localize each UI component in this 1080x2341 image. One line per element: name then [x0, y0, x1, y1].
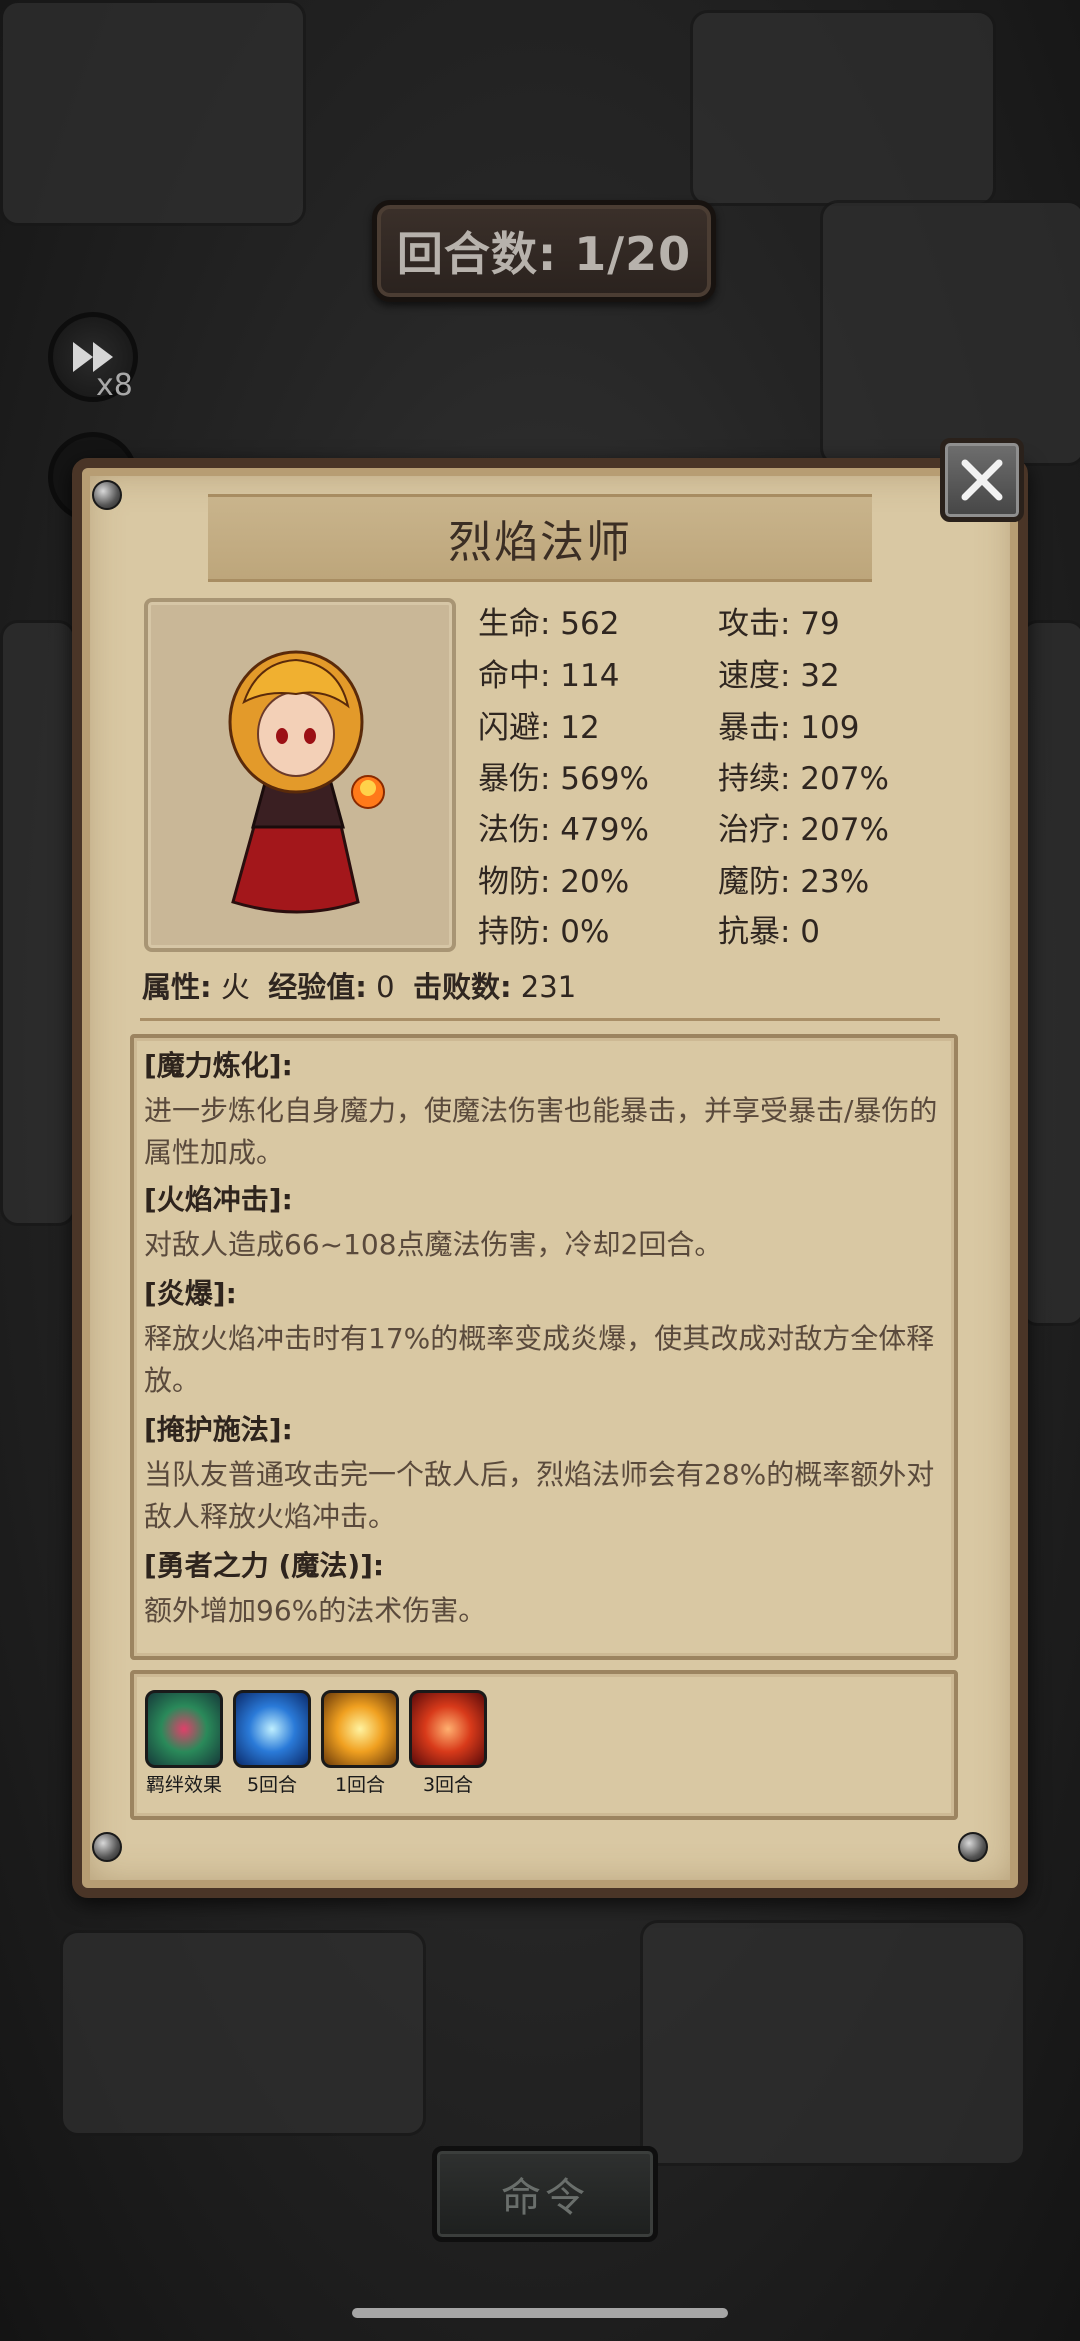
stat-speed: 速度: 32 — [718, 658, 840, 694]
stat-crit: 暴击: 109 — [718, 710, 860, 746]
skill-description: 额外增加96%的法术伤害。 — [144, 1594, 487, 1627]
skill-description: 对敌人造成66~108点魔法伤害，冷却2回合。 — [144, 1228, 723, 1261]
close-button[interactable] — [940, 438, 1024, 522]
stat-crit-damage: 暴伤: 569% — [478, 761, 649, 797]
crossed-swords-icon — [961, 459, 1003, 501]
skill-name: [勇者之力 (魔法)]: — [144, 1549, 385, 1582]
stat-spell-damage: 法伤: 479% — [478, 812, 649, 848]
round-counter-label: 回合数: 1/20 — [396, 227, 692, 281]
kills-key: 击败数: — [412, 970, 512, 1004]
skill-description: 释放火焰冲击时有17%的概率变成炎爆，使其改成对敌方全体释放。 — [144, 1322, 935, 1397]
stat-crit-resist: 抗暴: 0 — [718, 914, 821, 950]
skill-name: [炎爆]: — [144, 1277, 237, 1310]
bond-effect-icon — [145, 1690, 223, 1768]
buff-bond-effect[interactable]: 羁绊效果 — [144, 1690, 224, 1797]
buff-burst-light[interactable]: 1回合 — [320, 1690, 400, 1797]
hero-name: 烈焰法师 — [448, 517, 632, 568]
skill-item: [魔力炼化]: 进一步炼化自身魔力，使魔法伤害也能暴击，并享受暴击/暴伤的属性加… — [144, 1046, 944, 1174]
lightning-guard-icon — [233, 1690, 311, 1768]
stat-hp: 生命: 562 — [478, 606, 620, 642]
stat-accuracy: 命中: 114 — [478, 658, 620, 694]
command-button[interactable]: 命令 — [432, 2146, 658, 2242]
flame-fist-icon — [409, 1690, 487, 1768]
fire-mage-avatar — [228, 650, 385, 914]
round-counter: 回合数: 1/20 — [372, 200, 716, 302]
panel-bolt — [92, 1832, 122, 1862]
skill-item: [火焰冲击]: 对敌人造成66~108点魔法伤害，冷却2回合。 — [144, 1180, 944, 1266]
kills-value: 231 — [511, 970, 577, 1004]
skill-item: [勇者之力 (魔法)]: 额外增加96%的法术伤害。 — [144, 1546, 944, 1632]
skill-name: [魔力炼化]: — [144, 1049, 293, 1082]
buff-lightning-guard[interactable]: 5回合 — [232, 1690, 312, 1797]
buff-flame-fist[interactable]: 3回合 — [408, 1690, 488, 1797]
hero-portrait — [144, 598, 456, 952]
skill-name: [掩护施法]: — [144, 1413, 293, 1446]
stat-attack: 攻击: 79 — [718, 606, 840, 642]
buff-caption: 3回合 — [422, 1774, 474, 1796]
hero-attributes-line: 属性: 火 经验值: 0 击败数: 231 — [142, 964, 576, 1006]
section-divider — [140, 1018, 940, 1021]
exp-value: 0 — [366, 970, 395, 1004]
buff-caption: 5回合 — [246, 1774, 298, 1796]
skill-item: [炎爆]: 释放火焰冲击时有17%的概率变成炎爆，使其改成对敌方全体释放。 — [144, 1274, 944, 1402]
stat-healing: 治疗: 207% — [718, 812, 889, 848]
element-value: 火 — [211, 970, 250, 1004]
buff-caption: 羁绊效果 — [145, 1774, 222, 1796]
element-key: 属性: — [142, 970, 212, 1004]
speed-multiplier: x8 — [96, 368, 133, 403]
skill-description: 进一步炼化自身魔力，使魔法伤害也能暴击，并享受暴击/暴伤的属性加成。 — [144, 1094, 938, 1169]
skill-description: 当队友普通攻击完一个敌人后，烈焰法师会有28%的概率额外对敌人释放火焰冲击。 — [144, 1458, 935, 1533]
burst-light-icon — [321, 1690, 399, 1768]
hero-title-bar: 烈焰法师 — [208, 494, 872, 582]
skill-name: [火焰冲击]: — [144, 1183, 293, 1216]
stat-physical-defense: 物防: 20% — [478, 864, 630, 900]
skill-item: [掩护施法]: 当队友普通攻击完一个敌人后，烈焰法师会有28%的概率额外对敌人释… — [144, 1410, 944, 1538]
stat-duration: 持续: 207% — [718, 761, 889, 797]
exp-key: 经验值: — [268, 970, 367, 1004]
panel-bolt — [958, 1832, 988, 1862]
buff-caption: 1回合 — [334, 1774, 386, 1796]
stat-dot-defense: 持防: 0% — [478, 914, 610, 950]
command-button-label: 命令 — [501, 2175, 589, 2221]
stat-magic-defense: 魔防: 23% — [718, 864, 870, 900]
stat-dodge: 闪避: 12 — [478, 710, 600, 746]
panel-bolt — [92, 480, 122, 510]
home-indicator[interactable] — [352, 2308, 728, 2318]
